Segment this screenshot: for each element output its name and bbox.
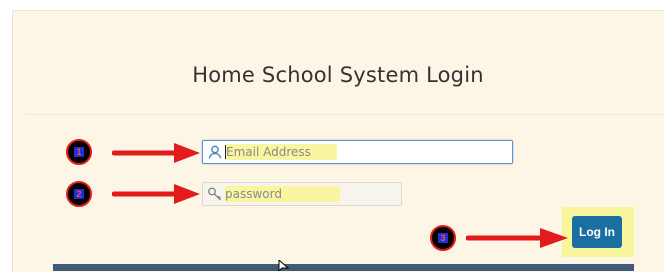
user-icon: [208, 145, 222, 159]
step-badge-1: 1: [66, 139, 92, 165]
email-placeholder: Email Address: [226, 144, 337, 160]
password-placeholder: password: [225, 186, 340, 202]
key-icon: [208, 187, 222, 201]
step-badge-2-label: 2: [74, 189, 84, 199]
email-field[interactable]: Email Address: [202, 140, 513, 164]
page-title: Home School System Login: [192, 63, 484, 87]
step-badge-2: 2: [66, 181, 92, 207]
arrow-icon: [112, 143, 200, 163]
mouse-pointer-icon: [278, 260, 290, 271]
login-button[interactable]: Log In: [572, 216, 622, 248]
header-divider: [26, 114, 664, 115]
step-badge-3: 3: [430, 225, 456, 251]
footer-bar: [53, 264, 634, 271]
step-badge-3-label: 3: [438, 233, 448, 243]
arrow-icon: [112, 184, 200, 204]
password-field[interactable]: password: [202, 182, 402, 206]
arrow-icon: [466, 228, 568, 248]
step-badge-1-label: 1: [74, 147, 84, 157]
